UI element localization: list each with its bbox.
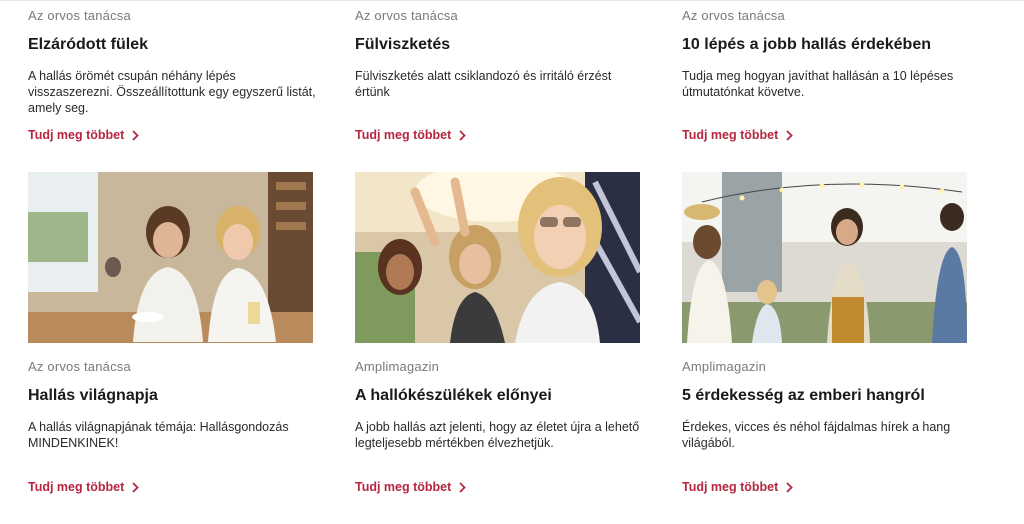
article-image-cafe-women[interactable] [28,172,313,343]
card-description: A jobb hallás azt jelenti, hogy az élete… [355,420,640,450]
chevron-right-icon [786,481,794,493]
article-card-emberi-hang[interactable]: Amplimagazin 5 érdekesség az emberi hang… [682,359,972,451]
chevron-right-icon [459,129,467,141]
learn-more-link[interactable]: Tudj meg többet [682,480,794,494]
card-title[interactable]: 10 lépés a jobb hallás érdekében [682,36,972,54]
card-category: Amplimagazin [355,359,440,374]
card-title[interactable]: Fülviszketés [355,36,645,54]
card-title[interactable]: Elzáródott fülek [28,36,318,54]
card-category: Az orvos tanácsa [28,8,131,23]
article-image-garden-party[interactable] [682,172,967,343]
learn-more-label: Tudj meg többet [355,128,452,142]
top-divider [0,0,1024,1]
card-category: Az orvos tanácsa [28,359,131,374]
card-description: Érdekes, vicces és néhol fájdalmas hírek… [682,420,951,450]
card-category: Amplimagazin [682,359,767,374]
chevron-right-icon [459,481,467,493]
article-card-hallas-vilagnapja[interactable]: Az orvos tanácsa Hallás világnapja A hal… [28,359,318,451]
article-card-fulviszketes[interactable]: Az orvos tanácsa Fülviszketés Fülviszket… [355,8,645,100]
learn-more-link[interactable]: Tudj meg többet [28,128,140,142]
chevron-right-icon [786,129,794,141]
article-card-hallokeszulekek[interactable]: Amplimagazin A hallókészülékek előnyei A… [355,359,645,451]
chevron-right-icon [132,481,140,493]
card-title[interactable]: Hallás világnapja [28,387,318,405]
learn-more-link[interactable]: Tudj meg többet [682,128,794,142]
learn-more-label: Tudj meg többet [682,128,779,142]
learn-more-label: Tudj meg többet [28,480,125,494]
learn-more-link[interactable]: Tudj meg többet [355,480,467,494]
card-description: Fülviszketés alatt csiklandozó és irritá… [355,69,612,99]
learn-more-label: Tudj meg többet [28,128,125,142]
card-title[interactable]: A hallókészülékek előnyei [355,387,645,405]
card-description: A hallás világnapjának témája: Hallásgon… [28,420,289,450]
card-description: A hallás örömét csupán néhány lépés viss… [28,69,316,115]
learn-more-label: Tudj meg többet [355,480,452,494]
card-category: Az orvos tanácsa [355,8,458,23]
article-card-elzarodott[interactable]: Az orvos tanácsa Elzáródott fülek A hall… [28,8,318,116]
card-title[interactable]: 5 érdekesség az emberi hangról [682,387,972,405]
chevron-right-icon [132,129,140,141]
learn-more-label: Tudj meg többet [682,480,779,494]
article-card-10-lepes[interactable]: Az orvos tanácsa 10 lépés a jobb hallás … [682,8,972,100]
card-description: Tudja meg hogyan javíthat hallásán a 10 … [682,69,954,99]
learn-more-link[interactable]: Tudj meg többet [28,480,140,494]
article-image-party-women[interactable] [355,172,640,343]
learn-more-link[interactable]: Tudj meg többet [355,128,467,142]
card-category: Az orvos tanácsa [682,8,785,23]
